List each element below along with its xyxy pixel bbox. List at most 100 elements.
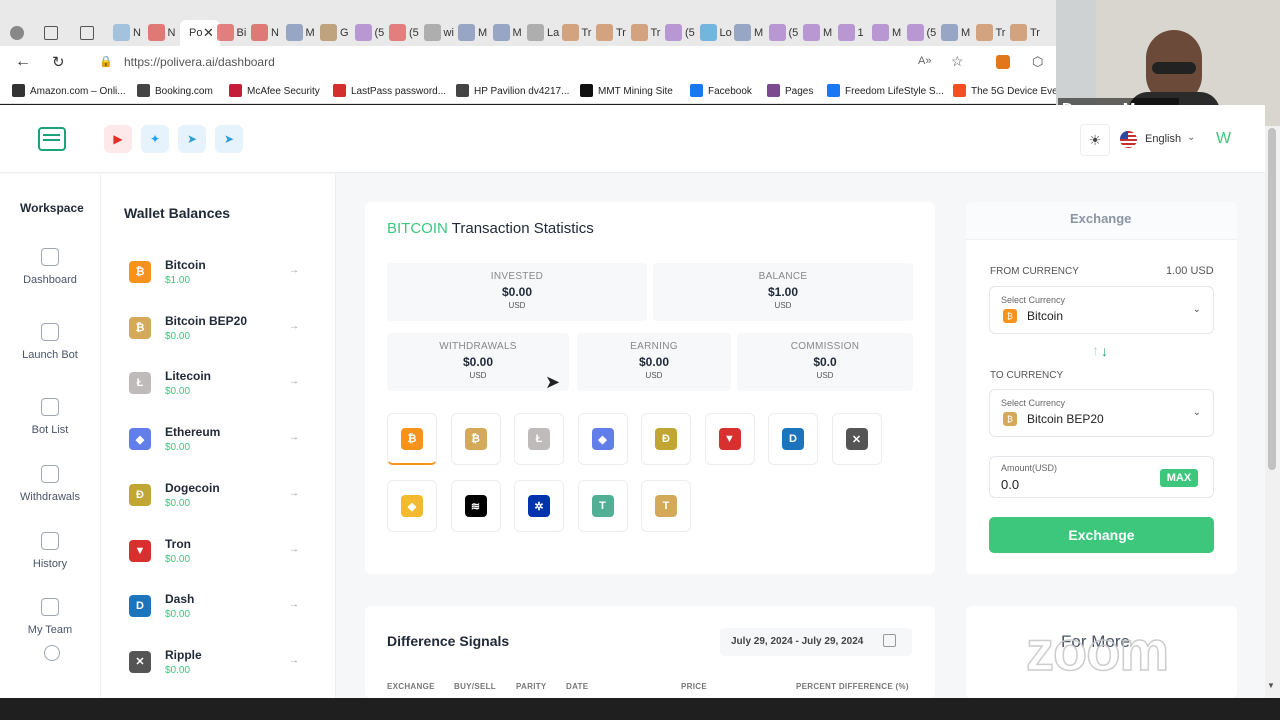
sidebar-item[interactable]: Dashboard bbox=[0, 248, 100, 286]
browser-tab-favicon[interactable] bbox=[354, 24, 372, 41]
coin-select-button[interactable]: ✕ bbox=[831, 413, 882, 465]
browser-tab-favicon[interactable] bbox=[1010, 24, 1027, 41]
browser-tab-favicon[interactable] bbox=[458, 24, 475, 41]
browser-tab-favicon[interactable] bbox=[803, 24, 820, 41]
tab-actions-icon[interactable] bbox=[80, 26, 94, 40]
browser-tab-favicon[interactable] bbox=[837, 24, 855, 41]
telegram-icon[interactable]: ➤ bbox=[178, 125, 206, 153]
metamask-extension-icon[interactable] bbox=[996, 55, 1010, 69]
tab-label[interactable]: Tr bbox=[996, 27, 1006, 39]
sidebar-item[interactable]: Withdrawals bbox=[0, 465, 100, 503]
browser-tab-favicon[interactable] bbox=[389, 24, 406, 41]
browser-tab-favicon[interactable] bbox=[975, 24, 993, 41]
tab-label[interactable]: Bi bbox=[237, 27, 247, 39]
tab-label[interactable]: Tr bbox=[1030, 27, 1040, 39]
tab-label[interactable]: Tr bbox=[651, 27, 661, 39]
coin-select-button[interactable]: T bbox=[577, 480, 628, 532]
wallet-item[interactable]: Ł Litecoin $0.00 → bbox=[129, 369, 299, 405]
browser-tab-favicon[interactable] bbox=[147, 24, 165, 41]
bookmark-link[interactable]: Amazon.com – Onli... bbox=[30, 86, 126, 97]
coin-select-button[interactable]: ≋ bbox=[450, 480, 501, 532]
swap-up-icon[interactable]: ↑ bbox=[1092, 342, 1099, 358]
date-range-picker[interactable]: July 29, 2024 - July 29, 2024 bbox=[720, 628, 912, 656]
exchange-button[interactable]: Exchange bbox=[989, 517, 1214, 553]
to-currency-select[interactable]: Select Currency ₿ Bitcoin BEP20 ⌄ bbox=[989, 389, 1214, 437]
sidebar-item[interactable]: History bbox=[0, 532, 100, 570]
coin-select-button[interactable]: D bbox=[768, 413, 818, 465]
browser-tab-favicon[interactable] bbox=[216, 24, 234, 41]
max-button[interactable]: MAX bbox=[1160, 469, 1198, 487]
bookmark-link[interactable]: MMT Mining Site bbox=[598, 86, 673, 97]
language-selector[interactable]: English bbox=[1145, 133, 1181, 145]
reload-icon[interactable]: ↻ bbox=[52, 53, 65, 71]
browser-tab-favicon[interactable] bbox=[596, 24, 613, 41]
browser-tab-favicon[interactable] bbox=[768, 24, 786, 41]
browser-tab-favicon[interactable] bbox=[251, 24, 268, 41]
sidebar-item[interactable]: Launch Bot bbox=[0, 323, 100, 361]
tab-label[interactable]: (5 bbox=[927, 27, 937, 39]
browser-tab-favicon[interactable] bbox=[872, 24, 889, 41]
wallet-item[interactable]: ▼ Tron $0.00 → bbox=[129, 537, 299, 573]
coin-select-button[interactable]: T bbox=[641, 480, 691, 532]
browser-tab-favicon[interactable] bbox=[941, 24, 958, 41]
tab-label[interactable]: (5 bbox=[409, 27, 419, 39]
scrollbar-thumb[interactable] bbox=[1268, 128, 1276, 470]
browser-tab-favicon[interactable] bbox=[320, 24, 337, 41]
coin-select-button[interactable]: Ð bbox=[641, 413, 691, 465]
tab-label[interactable]: M bbox=[754, 27, 763, 39]
coin-select-button[interactable]: ✲ bbox=[514, 480, 564, 532]
url-text[interactable]: https://polivera.ai/dashboard bbox=[124, 55, 275, 69]
browser-tab-favicon[interactable] bbox=[285, 24, 303, 41]
tab-label[interactable]: (5 bbox=[789, 27, 799, 39]
browser-tab-favicon[interactable] bbox=[423, 24, 441, 41]
tab-label[interactable]: N bbox=[271, 27, 279, 39]
youtube-icon[interactable]: ▶ bbox=[104, 125, 132, 153]
tab-label[interactable]: N bbox=[168, 27, 176, 39]
telegram-channel-icon[interactable]: ➤ bbox=[215, 125, 243, 153]
site-logo[interactable] bbox=[38, 127, 66, 151]
wallet-item[interactable]: D Dash $0.00 → bbox=[129, 592, 299, 628]
coin-select-button[interactable]: ₿ bbox=[387, 413, 437, 465]
browser-tab-favicon[interactable] bbox=[113, 24, 130, 41]
tab-label[interactable]: M bbox=[478, 27, 487, 39]
tab-label[interactable]: M bbox=[513, 27, 522, 39]
wallet-item[interactable]: ◆ Ethereum $0.00 → bbox=[129, 425, 299, 461]
tab-label[interactable]: 1 bbox=[858, 27, 864, 39]
close-tab-icon[interactable]: ✕ bbox=[203, 25, 214, 41]
browser-tab-favicon[interactable] bbox=[665, 24, 682, 41]
browser-tab-favicon[interactable] bbox=[734, 24, 751, 41]
bookmark-link[interactable]: McAfee Security bbox=[247, 86, 320, 97]
bookmark-link[interactable]: Pages bbox=[785, 86, 813, 97]
bookmark-link[interactable]: LastPass password... bbox=[351, 86, 446, 97]
profile-icon[interactable] bbox=[10, 26, 24, 40]
tab-label[interactable]: Tr bbox=[616, 27, 626, 39]
amount-field[interactable]: Amount(USD) 0.0 MAX bbox=[989, 456, 1214, 498]
tab-label[interactable]: Tr bbox=[582, 27, 592, 39]
tab-label[interactable]: M bbox=[961, 27, 970, 39]
tab-label[interactable]: M bbox=[823, 27, 832, 39]
from-currency-select[interactable]: Select Currency ₿ Bitcoin ⌄ bbox=[989, 286, 1214, 334]
amount-value[interactable]: 0.0 bbox=[1001, 477, 1019, 492]
wallet-item[interactable]: ✕ Ripple $0.00 → bbox=[129, 648, 299, 684]
coin-select-button[interactable]: ◆ bbox=[577, 413, 628, 465]
tab-label[interactable]: G bbox=[340, 27, 349, 39]
sidebar-item[interactable]: My Team bbox=[0, 598, 100, 636]
wallet-item[interactable]: ₿ Bitcoin BEP20 $0.00 → bbox=[129, 314, 299, 350]
twitter-icon[interactable]: ✦ bbox=[141, 125, 169, 153]
coin-select-button[interactable]: Ł bbox=[514, 413, 564, 465]
bookmark-link[interactable]: HP Pavilion dv4217... bbox=[474, 86, 569, 97]
coin-select-button[interactable]: ◆ bbox=[387, 480, 437, 532]
wallet-item[interactable]: ₿ Bitcoin $1.00 → bbox=[129, 258, 299, 294]
browser-tab-favicon[interactable] bbox=[527, 24, 544, 41]
download-icon[interactable] bbox=[44, 645, 60, 661]
browser-tab-favicon[interactable] bbox=[492, 24, 510, 41]
coin-select-button[interactable]: ▼ bbox=[704, 413, 755, 465]
browser-tab-favicon[interactable] bbox=[561, 24, 579, 41]
tab-label[interactable]: M bbox=[306, 27, 315, 39]
extensions-icon[interactable]: ⬡ bbox=[1032, 54, 1043, 70]
tab-label[interactable]: (5 bbox=[685, 27, 695, 39]
theme-toggle-icon[interactable]: ☀ bbox=[1080, 124, 1110, 156]
sidebar-item[interactable]: Bot List bbox=[0, 398, 100, 436]
tab-label[interactable]: N bbox=[133, 27, 141, 39]
bookmark-link[interactable]: Facebook bbox=[708, 86, 752, 97]
